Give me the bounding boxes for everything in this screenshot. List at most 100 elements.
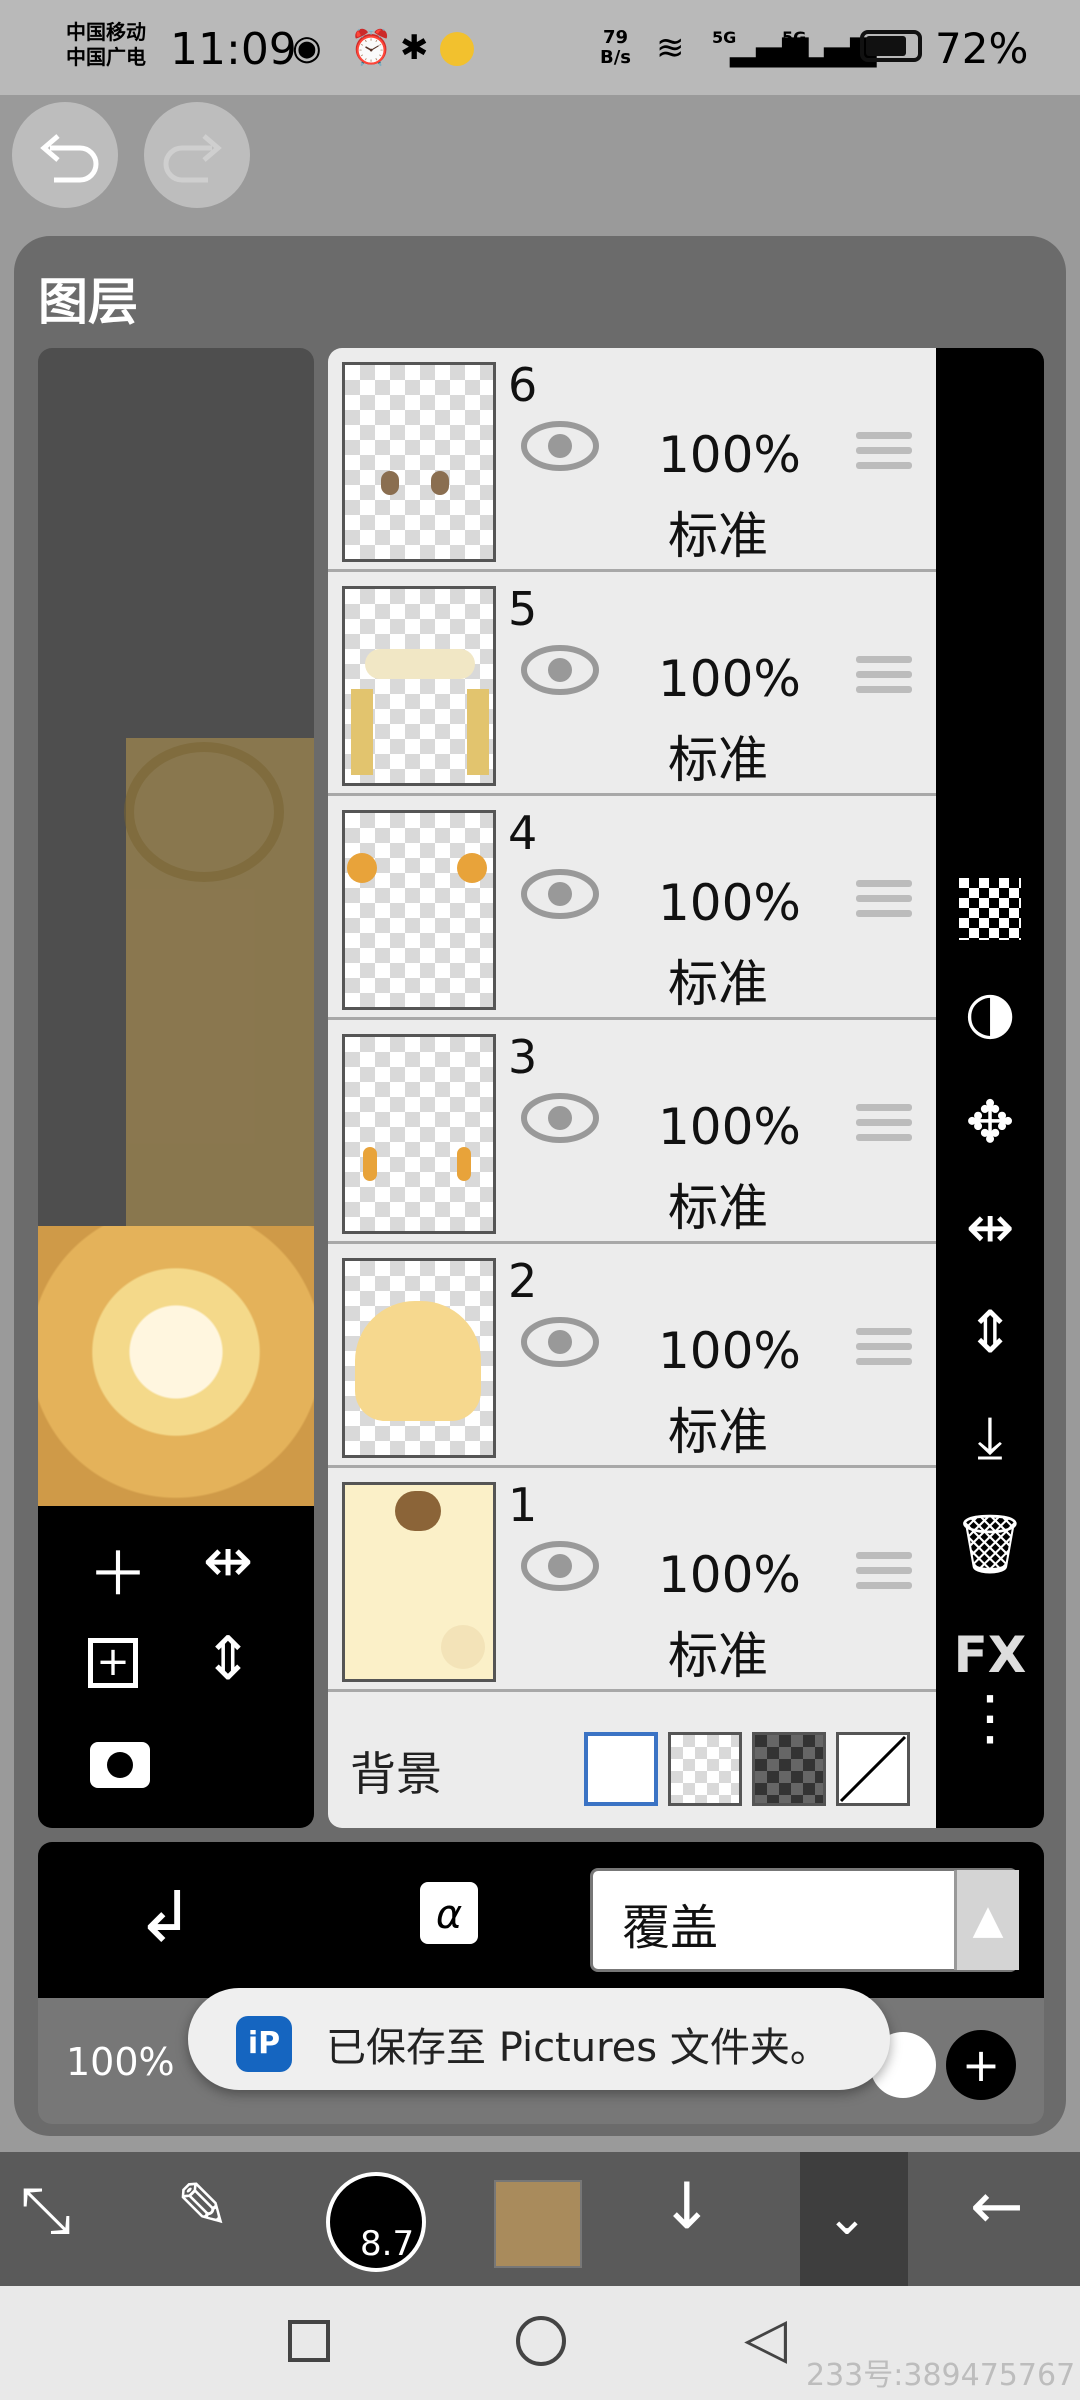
layer-number: 2 xyxy=(508,1254,538,1308)
net-speed-value: 79 xyxy=(602,27,629,48)
flip-horizontal-icon[interactable]: ⇹ xyxy=(188,1526,268,1596)
net-speed: 79 B/s xyxy=(600,28,631,68)
drag-handle-icon[interactable] xyxy=(856,1328,912,1374)
layer-opacity: 100% xyxy=(658,1098,801,1156)
weather-icon xyxy=(440,32,474,66)
layer-row[interactable]: 2 100% 标准 xyxy=(328,1244,936,1468)
layer-thumbnail xyxy=(342,1258,496,1458)
merge-down-icon[interactable]: ⤓ xyxy=(936,1403,1044,1472)
background-row: 背景 xyxy=(328,1708,936,1828)
layer-side-tools: ◑ ✥ ⇹ ⇕ ⤓ 🗑 FX ⋮ xyxy=(936,348,1044,1828)
layer-opacity: 100% xyxy=(658,1322,801,1380)
undo-button[interactable] xyxy=(12,102,118,208)
clock: 11:09 xyxy=(170,24,297,75)
dropdown-arrow-icon[interactable]: ▲ xyxy=(954,1870,1019,1970)
drag-handle-icon[interactable] xyxy=(856,1552,912,1598)
flip-vertical-icon[interactable]: ⇕ xyxy=(188,1624,268,1694)
layer-row[interactable]: 5 100% 标准 xyxy=(328,572,936,796)
drag-handle-icon[interactable] xyxy=(856,656,912,702)
opacity-increase-icon[interactable]: + xyxy=(946,2030,1016,2100)
layer-tools: ＋ ⇹ + ⇕ xyxy=(38,1506,314,1828)
battery-level xyxy=(866,36,906,56)
trash-icon[interactable]: 🗑 xyxy=(936,1510,1044,1579)
layer-number: 3 xyxy=(508,1030,538,1084)
undo-icon xyxy=(40,134,99,183)
layer-blend-mode: 标准 xyxy=(668,1403,768,1461)
carrier-labels: 中国移动 中国广电 xyxy=(66,20,146,70)
wifi-icon: ≋ xyxy=(656,28,685,68)
drag-handle-icon[interactable] xyxy=(856,1104,912,1150)
brush-icon[interactable]: ✎ xyxy=(176,2170,230,2244)
flip-vertical-side-icon[interactable]: ⇕ xyxy=(936,1298,1044,1366)
opacity-value: 100% xyxy=(66,2040,175,2084)
layer-row[interactable]: 3 100% 标准 xyxy=(328,1020,936,1244)
eye-visibility-icon[interactable] xyxy=(520,418,600,474)
eye-visibility-icon[interactable] xyxy=(520,1314,600,1370)
back-arrow-icon[interactable]: ← xyxy=(970,2170,1024,2244)
layer-blend-mode: 标准 xyxy=(668,731,768,789)
layer-blend-mode: 标准 xyxy=(668,955,768,1013)
flip-horizontal-side-icon[interactable]: ⇹ xyxy=(936,1193,1044,1261)
layer-row[interactable]: 4 100% 标准 xyxy=(328,796,936,1020)
slash-icon xyxy=(839,1735,907,1803)
fx-button[interactable]: FX xyxy=(936,1626,1044,1684)
layer-blend-mode: 标准 xyxy=(668,1179,768,1237)
brush-size-value: 8.7 xyxy=(360,2224,415,2264)
redo-button[interactable] xyxy=(144,102,250,208)
add-layer-icon[interactable]: ＋ xyxy=(78,1526,158,1613)
carrier-1: 中国移动 xyxy=(66,20,146,44)
layer-row[interactable]: 1 100% 标准 xyxy=(328,1468,936,1692)
eye-visibility-icon[interactable] xyxy=(520,866,600,922)
alarm-icon: ⏰ xyxy=(350,28,393,68)
transform-tool-icon[interactable]: ⤡ xyxy=(20,2174,71,2248)
drag-handle-icon[interactable] xyxy=(856,432,912,478)
eye-visibility-icon[interactable] xyxy=(520,1090,600,1146)
layer-thumbnail xyxy=(342,586,496,786)
layer-blend-mode: 标准 xyxy=(668,507,768,565)
layer-number: 6 xyxy=(508,358,538,412)
double-chevron-down-icon: ⌄ xyxy=(826,2188,868,2246)
back-nav-icon[interactable]: ◁ xyxy=(744,2306,787,2371)
color-swatch[interactable] xyxy=(494,2180,582,2268)
layer-number: 1 xyxy=(508,1478,538,1532)
layer-opacity: 100% xyxy=(658,874,801,932)
background-label: 背景 xyxy=(350,1747,442,1801)
layer-thumbnail xyxy=(342,810,496,1010)
layer-number: 5 xyxy=(508,582,538,636)
down-arrow-icon[interactable]: ↓ xyxy=(660,2170,714,2244)
net-speed-unit: B/s xyxy=(600,47,632,68)
home-icon[interactable] xyxy=(516,2316,566,2366)
blend-mode-value: 覆盖 xyxy=(622,1900,719,1956)
bg-white-option[interactable] xyxy=(584,1732,658,1806)
layer-list: 6 100% 标准 5 100% 标准 4 100% 标准 3 100% 标准 … xyxy=(328,348,936,1828)
bg-transparent-option[interactable] xyxy=(668,1732,742,1806)
bg-dark-checker-option[interactable] xyxy=(752,1732,826,1806)
watermark: 233号:389475767 xyxy=(806,2358,1076,2393)
canvas-thumbnail[interactable] xyxy=(38,1226,314,1506)
clip-arrow-icon[interactable]: ↲ xyxy=(136,1876,195,1958)
move-icon[interactable]: ✥ xyxy=(936,1088,1044,1156)
layer-opacity: 100% xyxy=(658,1546,801,1604)
battery-percent: 72% xyxy=(935,24,1029,73)
duplicate-layer-icon[interactable]: + xyxy=(88,1638,138,1688)
eye-visibility-icon[interactable] xyxy=(520,1538,600,1594)
recents-icon[interactable] xyxy=(288,2320,330,2362)
eye-visibility-icon[interactable] xyxy=(520,642,600,698)
eye-icon: ◉ xyxy=(292,28,322,68)
layer-row[interactable]: 6 100% 标准 xyxy=(328,348,936,572)
alpha-checker-icon[interactable] xyxy=(936,878,1044,940)
bluetooth-icon: ✱ xyxy=(400,28,429,68)
bg-none-option[interactable] xyxy=(836,1732,910,1806)
more-options-icon[interactable]: ⋮ xyxy=(936,1688,1044,1748)
clipping-icon[interactable]: ◑ xyxy=(936,978,1044,1046)
layer-opacity: 100% xyxy=(658,426,801,484)
redo-icon xyxy=(163,134,222,183)
carrier-2: 中国广电 xyxy=(66,45,146,69)
layer-thumbnail xyxy=(342,362,496,562)
panel-title: 图层 xyxy=(38,273,138,331)
layer-thumbnail xyxy=(342,1034,496,1234)
drag-handle-icon[interactable] xyxy=(856,880,912,926)
camera-icon[interactable] xyxy=(90,1742,150,1788)
lock-alpha-icon[interactable]: α xyxy=(420,1882,478,1944)
canvas-ghost-figure xyxy=(124,742,284,882)
